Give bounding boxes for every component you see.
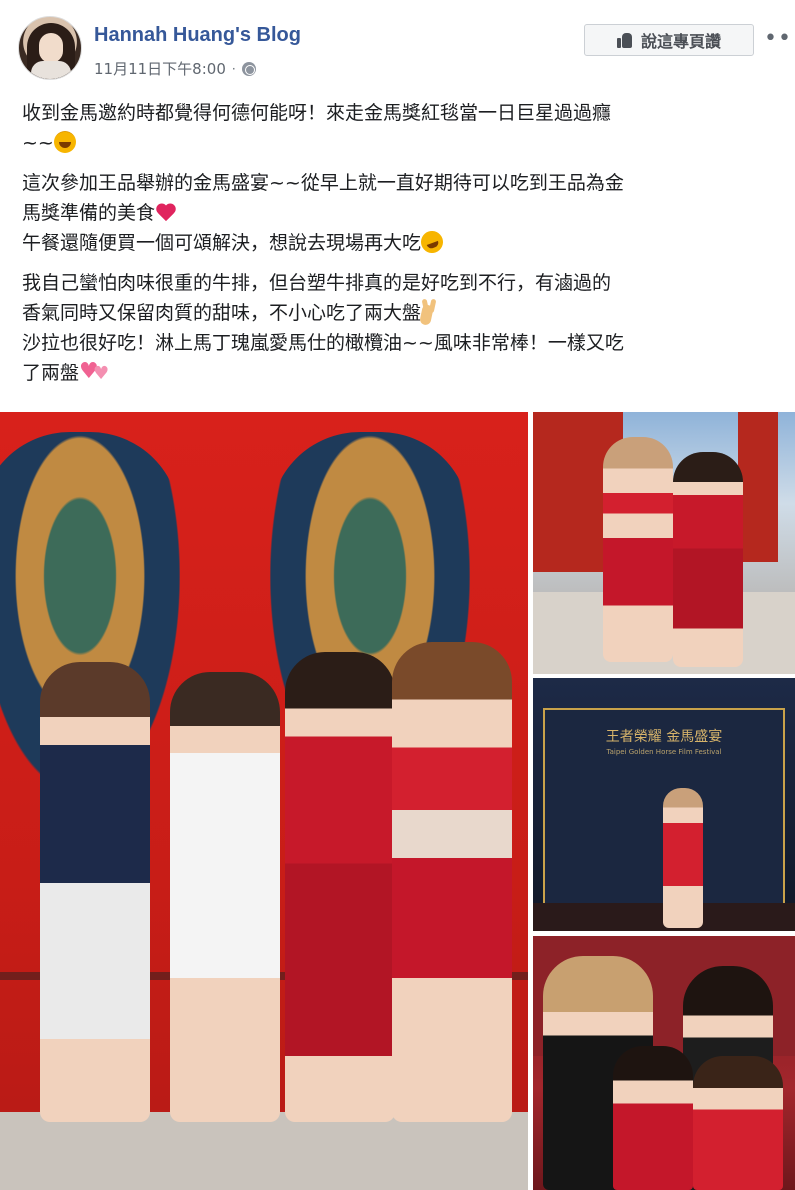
- post-line-with-emoji: 了兩盤: [22, 357, 782, 389]
- photo-grid: 王者榮耀 金馬盛宴 Taipei Golden Horse Film Festi…: [0, 412, 795, 1190]
- floor: [0, 1112, 528, 1190]
- post-line: 午餐還隨便買一個可頌解決，想說去現場再大吃: [22, 232, 422, 254]
- post-line: 收到金馬邀約時都覺得何德何能呀！來走金馬獎紅毯當一日巨星過過癮: [22, 102, 612, 124]
- post-paragraph-3: 我自己蠻怕肉味很重的牛排，但台塑牛排真的是好吃到不行，有滷過的 香氣同時又保留肉…: [22, 268, 782, 389]
- photo-event-backdrop[interactable]: 王者榮耀 金馬盛宴 Taipei Golden Horse Film Festi…: [533, 678, 795, 931]
- post-line: 香氣同時又保留肉質的甜味，不小心吃了兩大盤: [22, 302, 422, 324]
- avatar-face: [39, 33, 63, 63]
- post-line: 這次參加王品舉辦的金馬盛宴~~從早上就一直好期待可以吃到王品為金: [22, 172, 624, 194]
- backdrop-title: 王者榮耀 金馬盛宴: [605, 729, 723, 745]
- post-line: ~~: [22, 132, 54, 154]
- backdrop-subtitle: Taipei Golden Horse Film Festival: [606, 748, 722, 756]
- laughing-emoji-icon: [53, 131, 76, 153]
- post-line: 沙拉也很好吃！淋上馬丁瑰嵐愛馬仕的橄欖油~~風味非常棒！一樣又吃: [22, 332, 624, 354]
- thumbs-up-icon: [616, 32, 633, 48]
- victory-hand-emoji-icon: [421, 299, 439, 323]
- globe-icon[interactable]: [241, 61, 256, 76]
- post-paragraph-1: 收到金馬邀約時都覺得何德何能呀！來走金馬獎紅毯當一日巨星過過癮 ~~: [22, 98, 782, 158]
- more-options-icon[interactable]: •••: [764, 28, 795, 50]
- avatar-body: [31, 61, 71, 79]
- meta-separator: ·: [231, 61, 236, 76]
- post-line-with-emoji: 午餐還隨便買一個可頌解決，想說去現場再大吃: [22, 227, 782, 258]
- post-line: 我自己蠻怕肉味很重的牛排，但台塑牛排真的是好吃到不行，有滷過的: [22, 272, 612, 294]
- person-b: [673, 452, 743, 667]
- photo-group-wine[interactable]: [533, 936, 795, 1190]
- red-pillar: [738, 412, 778, 562]
- post-line-with-emoji: 香氣同時又保留肉質的甜味，不小心吃了兩大盤: [22, 298, 782, 328]
- person-3: [285, 652, 395, 1122]
- person-3: [613, 1046, 693, 1190]
- photo-two-women-street[interactable]: [533, 412, 795, 674]
- post-header: Hannah Huang's Blog 11月11日下午8:00 · 說這專頁讚…: [0, 0, 795, 90]
- post-meta: 11月11日下午8:00 ·: [94, 58, 256, 79]
- rofl-emoji-icon: [417, 227, 447, 257]
- heart-emoji-icon: [155, 203, 177, 223]
- post-line: 馬獎準備的美食: [22, 202, 156, 224]
- page-name-link[interactable]: Hannah Huang's Blog: [94, 24, 301, 47]
- page-avatar[interactable]: [18, 16, 82, 80]
- photo-group-temple-door[interactable]: [0, 412, 528, 1190]
- person-on-carpet: [663, 788, 703, 928]
- post-line-with-emoji: ~~: [22, 128, 782, 158]
- like-page-label: 說這專頁讚: [640, 34, 721, 51]
- post-timestamp[interactable]: 11月11日下午8:00: [94, 58, 226, 79]
- post-line-with-emoji: 馬獎準備的美食: [22, 198, 782, 228]
- person-a: [603, 437, 673, 662]
- person-1: [40, 662, 150, 1122]
- like-page-button[interactable]: 說這專頁讚: [584, 24, 754, 56]
- person-2: [170, 672, 280, 1122]
- two-hearts-emoji-icon: [79, 357, 115, 389]
- post-paragraph-2: 這次參加王品舉辦的金馬盛宴~~從早上就一直好期待可以吃到王品為金 馬獎準備的美食…: [22, 168, 782, 258]
- person-4: [693, 1056, 783, 1190]
- post-body: 收到金馬邀約時都覺得何德何能呀！來走金馬獎紅毯當一日巨星過過癮 ~~ 這次參加王…: [22, 98, 782, 398]
- post-line: 了兩盤: [22, 362, 80, 384]
- person-4: [392, 642, 512, 1122]
